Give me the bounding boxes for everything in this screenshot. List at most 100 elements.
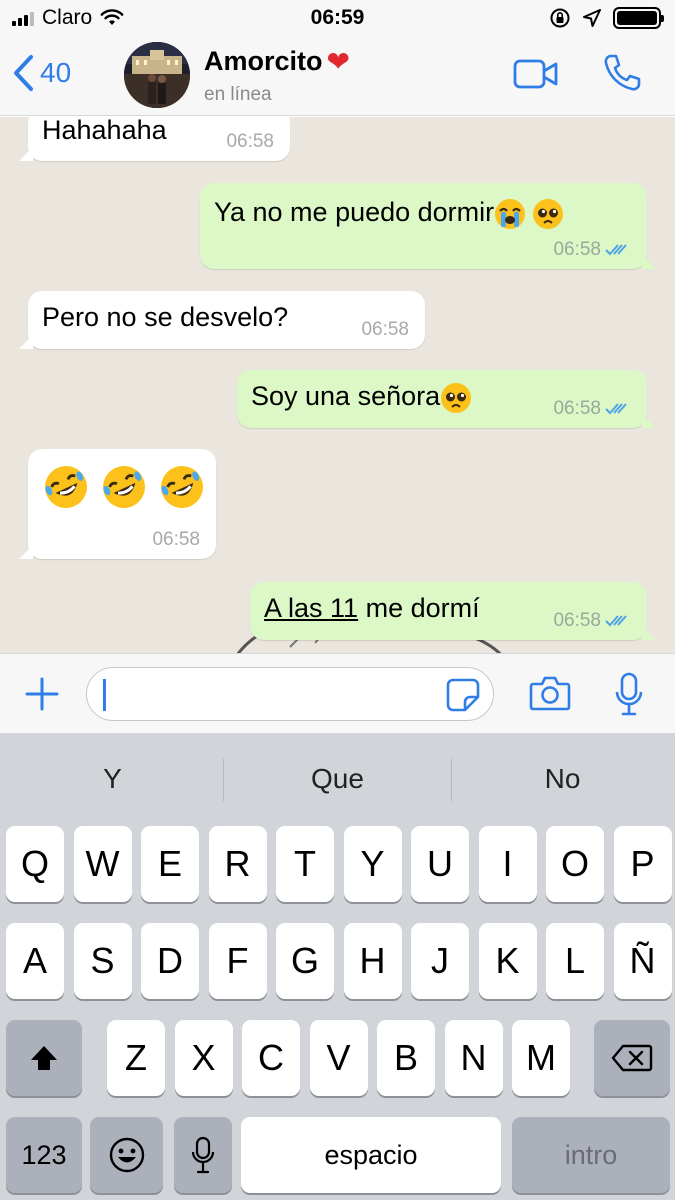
back-button[interactable]: 40 <box>12 54 71 92</box>
message-time: 06:58 <box>553 398 601 419</box>
dictation-key[interactable] <box>174 1117 232 1193</box>
message-text: Ya no me puedo dormir <box>214 197 495 227</box>
key-u[interactable]: U <box>411 826 469 902</box>
location-icon <box>583 9 601 27</box>
shift-arrow-icon <box>31 1046 57 1070</box>
avatar[interactable] <box>124 42 190 108</box>
key-q[interactable]: Q <box>6 826 64 902</box>
key-n[interactable]: N <box>444 1020 503 1096</box>
heart-icon: ❤ <box>326 45 350 77</box>
key-e[interactable]: E <box>141 826 199 902</box>
suggestion-divider <box>223 759 224 801</box>
message-bubble-outgoing[interactable]: Soy una señora 06:58 <box>237 370 656 428</box>
contact-name-text: Amorcito <box>204 46 323 76</box>
key-a[interactable]: A <box>6 923 64 999</box>
message-input-bar <box>0 653 675 733</box>
message-text: me dormí <box>358 593 480 623</box>
double-check-read-icon <box>605 244 627 256</box>
voice-call-button[interactable] <box>601 52 643 99</box>
status-bar: Claro 06:59 <box>0 0 675 36</box>
message-bubble-incoming[interactable]: Hahahaha 06:58 <box>19 117 290 161</box>
plus-icon <box>25 677 59 711</box>
message-content: A las 11 me dormí <box>264 593 480 624</box>
microphone-icon <box>615 672 643 716</box>
video-call-button[interactable] <box>513 58 559 95</box>
key-o[interactable]: O <box>546 826 604 902</box>
status-right <box>549 7 664 29</box>
space-key[interactable]: espacio <box>241 1117 501 1193</box>
message-time: 06:58 <box>553 610 601 631</box>
camera-button[interactable] <box>529 674 571 717</box>
contact-status: en línea <box>204 84 272 105</box>
date-link[interactable]: A las 11 <box>264 593 358 623</box>
camera-icon <box>529 676 571 711</box>
double-check-read-icon <box>605 403 627 415</box>
voice-message-button[interactable] <box>614 672 644 721</box>
phone-icon <box>604 54 641 91</box>
numbers-key[interactable]: 123 <box>6 1117 82 1193</box>
key-j[interactable]: J <box>411 923 469 999</box>
key-i[interactable]: I <box>478 826 537 902</box>
message-meta: 06:58 <box>226 131 274 153</box>
message-bubble-incoming[interactable]: 06:58 <box>19 449 216 559</box>
key-z[interactable]: Z <box>107 1020 165 1096</box>
key-d[interactable]: D <box>141 923 199 999</box>
pleading-face-icon <box>533 198 564 229</box>
unread-count: 40 <box>40 57 72 88</box>
message-bubble-incoming[interactable]: Pero no se desvelo? 06:58 <box>19 291 425 349</box>
chat-header: 40 Amorcito ❤ en línea <box>0 36 675 116</box>
key-k[interactable]: K <box>478 923 537 999</box>
message-input[interactable] <box>86 667 494 721</box>
pleading-face-icon <box>441 382 472 413</box>
predictive-bar: Y Que No <box>0 733 675 825</box>
emoji-key[interactable] <box>90 1117 163 1193</box>
suggestion-3[interactable]: No <box>450 763 675 795</box>
chevron-left-icon <box>14 55 33 91</box>
key-p[interactable]: P <box>613 826 672 902</box>
text-caret <box>103 679 106 711</box>
message-meta: 06:58 <box>553 398 631 420</box>
key-m[interactable]: M <box>512 1020 570 1096</box>
key-c[interactable]: C <box>242 1020 300 1096</box>
chat-area[interactable]: Hahahaha 06:58 Ya no me puedo dormir 06:… <box>0 117 675 653</box>
message-text: Hahahaha <box>42 117 167 145</box>
message-bubble-outgoing[interactable]: A las 11 me dormí 06:58 <box>250 582 656 640</box>
message-time: 06:58 <box>553 239 601 260</box>
return-key[interactable]: intro <box>512 1117 670 1193</box>
suggestion-1[interactable]: Y <box>0 763 225 795</box>
key-g[interactable]: G <box>276 923 334 999</box>
microphone-icon <box>191 1136 215 1174</box>
message-content: Ya no me puedo dormir <box>214 197 564 230</box>
message-time: 06:58 <box>152 529 200 550</box>
key-x[interactable]: X <box>174 1020 233 1096</box>
key-r[interactable]: R <box>208 826 267 902</box>
key-y[interactable]: Y <box>343 826 402 902</box>
message-content: Soy una señora <box>251 381 472 414</box>
message-meta: 06:58 <box>553 239 631 261</box>
loudly-crying-face-icon <box>495 198 526 229</box>
message-text: Pero no se desvelo? <box>42 302 289 332</box>
message-meta: 06:58 <box>152 529 200 551</box>
shift-key[interactable] <box>6 1020 82 1096</box>
sticker-icon <box>446 678 480 712</box>
key-h[interactable]: H <box>343 923 402 999</box>
key-b[interactable]: B <box>377 1020 435 1096</box>
sticker-button[interactable] <box>445 677 481 718</box>
key-v[interactable]: V <box>309 1020 368 1096</box>
key-t[interactable]: T <box>276 826 334 902</box>
suggestion-2[interactable]: Que <box>225 763 450 795</box>
attach-button[interactable] <box>24 676 60 717</box>
battery-icon <box>613 7 664 29</box>
double-check-read-icon <box>605 615 627 627</box>
message-bubble-outgoing[interactable]: Ya no me puedo dormir 06:58 <box>200 183 656 269</box>
rolling-laughing-face-icon <box>161 466 203 508</box>
key-f[interactable]: F <box>208 923 267 999</box>
key-s[interactable]: S <box>73 923 132 999</box>
delete-key[interactable] <box>594 1020 670 1096</box>
key-w[interactable]: W <box>73 826 132 902</box>
key-ñ[interactable]: Ñ <box>613 923 672 999</box>
contact-name[interactable]: Amorcito ❤ <box>204 46 350 77</box>
backspace-icon <box>611 1044 653 1072</box>
message-time: 06:58 <box>361 319 409 340</box>
key-l[interactable]: L <box>546 923 604 999</box>
